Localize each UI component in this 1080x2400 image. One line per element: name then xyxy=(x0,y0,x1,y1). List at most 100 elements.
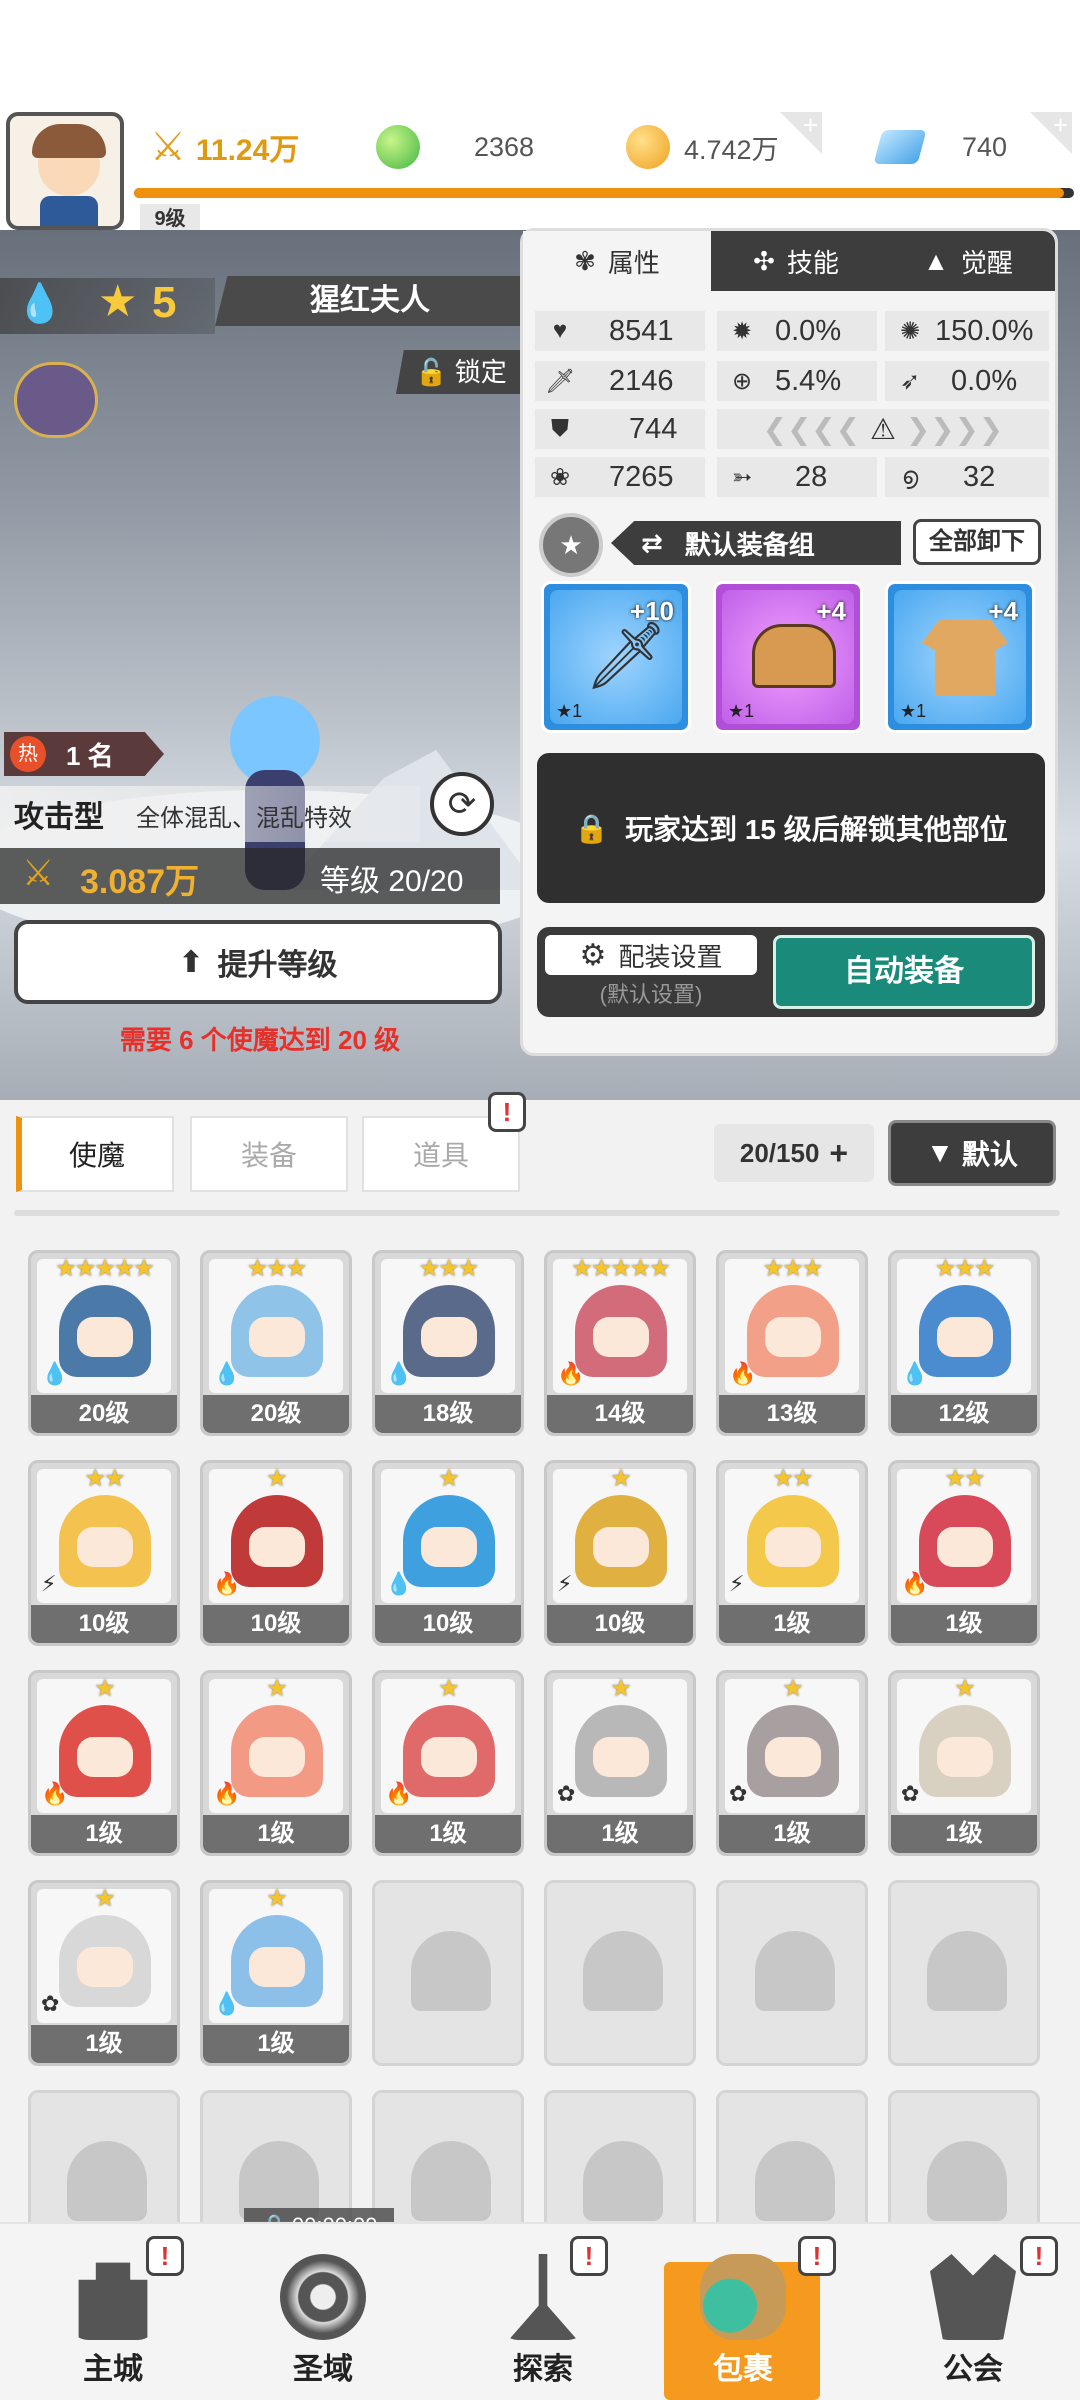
tab-awaken[interactable]: ▲ 觉醒 xyxy=(881,231,1055,291)
skill-icon: ✣ xyxy=(753,245,775,276)
alert-badge-icon: ! xyxy=(146,2236,184,2276)
stat-crit: ✹ 0.0% xyxy=(717,311,877,351)
familiar-face xyxy=(249,1737,305,1777)
refresh-icon[interactable]: ⟳ xyxy=(430,772,494,836)
alert-badge-icon: ! xyxy=(798,2236,836,2276)
familiar-card[interactable]: ★★★ 💧 20级 xyxy=(200,1250,352,1436)
vortex-icon xyxy=(280,2254,366,2340)
gear-icon: ⚙ xyxy=(579,938,607,972)
helmet-placeholder-icon xyxy=(927,1931,1007,2011)
star-rating: ★ xyxy=(266,1675,288,1702)
familiar-face xyxy=(77,1527,133,1567)
armor-icon xyxy=(922,620,1008,696)
familiar-face xyxy=(249,1317,305,1357)
helmet-placeholder-icon xyxy=(583,2141,663,2221)
speed-icon: ➳ xyxy=(731,463,753,491)
familiar-card[interactable]: ★ 🔥 1级 xyxy=(28,1670,180,1856)
helmet-placeholder-icon xyxy=(67,2141,147,2221)
nav-bag[interactable]: 包裹 xyxy=(668,2240,818,2390)
triforce-icon: ▲ xyxy=(923,245,949,276)
familiar-card[interactable]: ★★★★★ 💧 20级 xyxy=(28,1250,180,1436)
familiar-face xyxy=(765,1527,821,1567)
loadout-settings-button[interactable]: ⚙ 配装设置 xyxy=(545,935,757,975)
equip-group-selector[interactable]: ⇄ 默认装备组 xyxy=(611,521,901,565)
familiar-card[interactable]: ★★★★★ 🔥 14级 xyxy=(544,1250,696,1436)
familiar-level: 1级 xyxy=(31,2025,177,2063)
familiar-card[interactable]: ★★ ⚡ 1级 xyxy=(716,1460,868,1646)
gold-display: 4.742万 xyxy=(626,112,779,182)
familiar-card[interactable]: ★ ✿ 1级 xyxy=(544,1670,696,1856)
equip-slot-helmet[interactable]: +4 ★1 xyxy=(713,581,863,733)
tab-skills[interactable]: ✣ 技能 xyxy=(711,231,881,291)
familiar-card[interactable]: ★★ 🔥 1级 xyxy=(888,1460,1040,1646)
player-avatar[interactable] xyxy=(6,112,124,230)
lock-label: 锁定 xyxy=(454,357,507,387)
familiar-face xyxy=(77,1317,133,1357)
nav-sanctuary[interactable]: 圣域 xyxy=(248,2240,398,2390)
familiar-level: 1级 xyxy=(203,1815,349,1853)
upgrade-level-button[interactable]: ⬆ 提升等级 xyxy=(14,920,502,1004)
plus-icon: + xyxy=(829,1134,849,1171)
familiar-card[interactable]: ★★★ 💧 18级 xyxy=(372,1250,524,1436)
star-rating: ★ xyxy=(438,1675,460,1702)
green-gem-icon xyxy=(376,125,420,169)
stat-hp: ♥ 8541 xyxy=(535,311,705,351)
hot-tag: 热 xyxy=(10,736,46,772)
familiar-face xyxy=(249,1527,305,1567)
helmet-icon xyxy=(752,624,836,688)
water-drop-icon: 💧 xyxy=(16,283,64,325)
hero-class-badge-icon[interactable] xyxy=(14,362,98,438)
familiar-count[interactable]: 20/150 + xyxy=(714,1124,874,1182)
star-rating: ★★ xyxy=(944,1465,985,1492)
empty-card-slot xyxy=(372,1880,524,2066)
familiar-card[interactable]: ★ 🔥 10级 xyxy=(200,1460,352,1646)
equip-slot-armor[interactable]: +4 ★1 xyxy=(885,581,1035,733)
stat-crit-dmg: ✺ 150.0% xyxy=(885,311,1049,351)
familiar-card[interactable]: ★ 🔥 1级 xyxy=(200,1670,352,1856)
familiar-card[interactable]: ★★★ 💧 12级 xyxy=(888,1250,1040,1436)
familiar-card[interactable]: ★ 💧 10级 xyxy=(372,1460,524,1646)
unequip-all-button[interactable]: 全部卸下 xyxy=(913,519,1041,565)
star-rating: ★★★ xyxy=(762,1255,824,1282)
element-icon: ✿ xyxy=(41,1991,60,2016)
familiar-level: 1级 xyxy=(891,1815,1037,1853)
gear-burst-icon: ✺ xyxy=(899,317,921,345)
familiar-card[interactable]: ★ 🔥 1级 xyxy=(372,1670,524,1856)
tab-attributes[interactable]: ✾ 属性 xyxy=(523,231,711,291)
familiar-card[interactable]: ★ ✿ 1级 xyxy=(888,1670,1040,1856)
star-rating: ★★★ xyxy=(246,1255,308,1282)
loadout-settings-sub: (默认设置) xyxy=(599,982,703,1007)
sort-button[interactable]: ▼ 默认 xyxy=(888,1120,1056,1186)
helmet-placeholder-icon xyxy=(411,2141,491,2221)
familiar-card[interactable]: ★ ✿ 1级 xyxy=(716,1670,868,1856)
equip-group-badge-icon: ★ xyxy=(539,513,603,577)
diamond-display: 740 xyxy=(873,112,1007,182)
tab-familiars[interactable]: 使魔 xyxy=(16,1116,174,1192)
familiar-card[interactable]: ★★★ 🔥 13级 xyxy=(716,1250,868,1436)
familiar-card[interactable]: ★ ✿ 1级 xyxy=(28,1880,180,2066)
star-rating: ★ xyxy=(610,1465,632,1492)
triangle-down-icon: ▼ xyxy=(926,1137,954,1168)
familiar-card[interactable]: ★ 💧 1级 xyxy=(200,1880,352,2066)
familiar-face xyxy=(77,1737,133,1777)
auto-equip-button[interactable]: 自动装备 xyxy=(773,935,1035,1009)
equip-slot-sword[interactable]: 🗡 +10 ★1 xyxy=(541,581,691,733)
familiar-level: 20级 xyxy=(203,1395,349,1433)
familiar-level: 13级 xyxy=(719,1395,865,1433)
power-value: 11.24万 xyxy=(195,134,300,167)
familiar-face xyxy=(765,1317,821,1357)
guild-helmet-icon xyxy=(930,2254,1016,2340)
lock-icon: 🔓 xyxy=(415,357,448,387)
familiar-level: 1级 xyxy=(719,1605,865,1643)
divider xyxy=(14,1210,1060,1216)
lock-button[interactable]: 🔓 锁定 xyxy=(396,350,526,394)
familiar-card[interactable]: ★ ⚡ 10级 xyxy=(544,1460,696,1646)
star-rating: ★ xyxy=(266,1885,288,1912)
hero-type: 攻击型 xyxy=(14,801,104,834)
element-icon: ✿ xyxy=(557,1781,576,1806)
stat-power: ❀ 7265 xyxy=(535,457,705,497)
tab-equipment[interactable]: 装备 xyxy=(190,1116,348,1192)
power-display: ⚔ 11.24万 xyxy=(150,112,299,182)
familiar-card[interactable]: ★★ ⚡ 10级 xyxy=(28,1460,180,1646)
star-rating: ★★★ xyxy=(418,1255,480,1282)
